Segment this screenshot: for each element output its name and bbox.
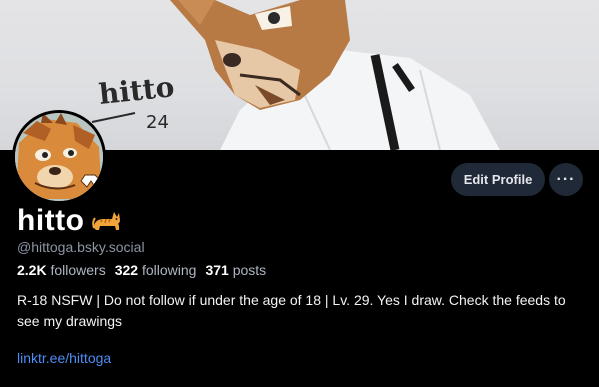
avatar-image xyxy=(15,113,103,201)
more-options-button[interactable]: ··· xyxy=(549,163,583,196)
posts-stat: 371 posts xyxy=(205,262,266,278)
profile-handle: @hittoga.bsky.social xyxy=(17,239,145,255)
profile-link[interactable]: linktr.ee/hittoga xyxy=(17,350,111,366)
more-icon: ··· xyxy=(556,170,576,188)
following-stat[interactable]: 322 following xyxy=(115,262,197,278)
followers-stat[interactable]: 2.2K followers xyxy=(17,262,106,278)
banner-signature: hitto xyxy=(97,70,176,111)
posts-count: 371 xyxy=(205,262,229,278)
cat-emoji-icon xyxy=(92,208,122,234)
profile-stats: 2.2K followers 322 following 371 posts xyxy=(17,262,266,278)
followers-count: 2.2K xyxy=(17,262,47,278)
following-count: 322 xyxy=(114,262,139,278)
profile-name-row: hitto xyxy=(17,204,122,238)
profile-avatar[interactable] xyxy=(12,110,106,204)
profile-bio: R-18 NSFW | Do not follow if under the a… xyxy=(17,292,566,329)
banner-signature-number: 24 xyxy=(146,112,169,133)
posts-label: posts xyxy=(232,262,267,278)
followers-label: followers xyxy=(50,262,106,278)
edit-profile-button[interactable]: Edit Profile xyxy=(451,163,545,196)
profile-display-name: hitto xyxy=(17,204,85,237)
following-label: following xyxy=(141,262,197,278)
